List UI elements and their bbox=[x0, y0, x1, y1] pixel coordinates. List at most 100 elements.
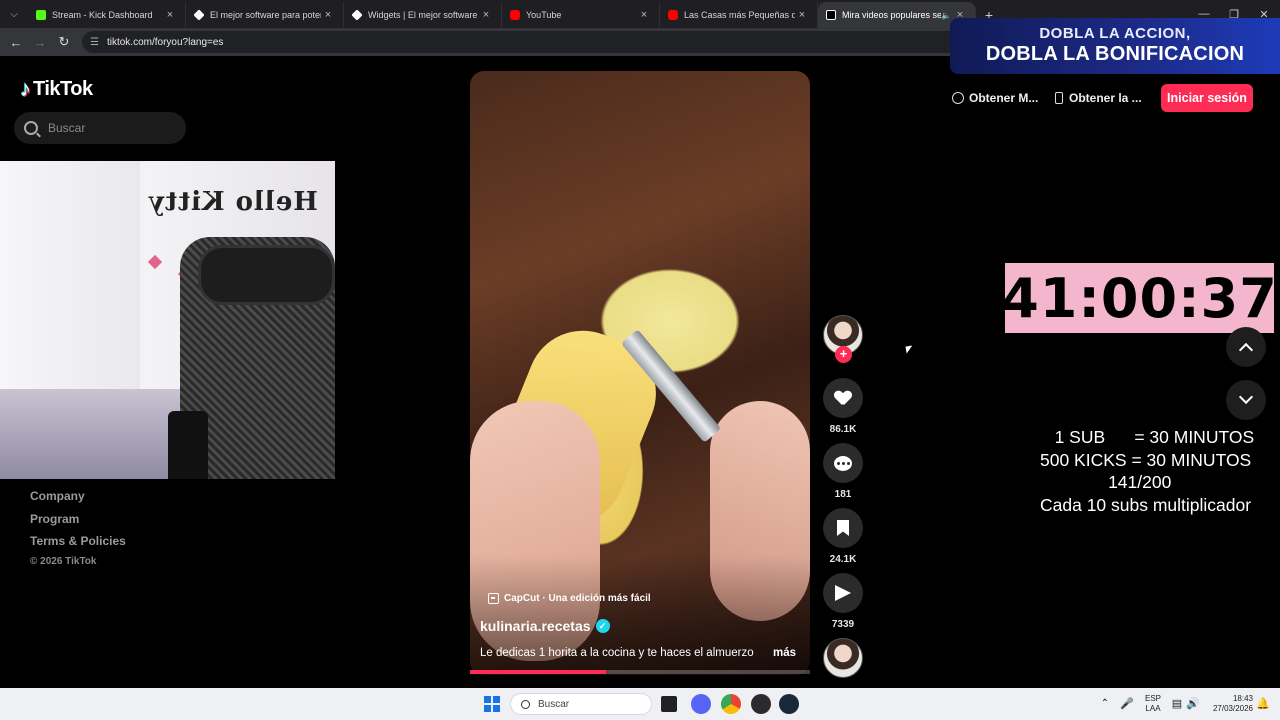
tab-title: Widgets | El mejor software para bbox=[368, 10, 479, 20]
chair-arm bbox=[168, 411, 208, 479]
like-count: 86.1K bbox=[829, 424, 857, 435]
get-tv-label: Obtener la ... bbox=[1069, 91, 1142, 105]
lang-line-1: ESP bbox=[1144, 694, 1161, 703]
phone-icon bbox=[1055, 92, 1063, 104]
discord-icon[interactable] bbox=[691, 694, 711, 714]
chevron-down-icon bbox=[1238, 389, 1254, 405]
capcut-label: CapCut · Una edición más fácil bbox=[504, 592, 651, 604]
kick-icon bbox=[36, 10, 46, 20]
follow-plus-icon[interactable]: + bbox=[835, 346, 852, 363]
video-progress-bar[interactable] bbox=[470, 670, 810, 674]
hello-kitty-sticker: Hello Kitty bbox=[148, 187, 318, 217]
chevron-up-icon[interactable]: ⌃ bbox=[1098, 688, 1112, 720]
subathon-rules: 1 SUB = 30 MINUTOS 500 KICKS = 30 MINUTO… bbox=[1040, 426, 1280, 516]
search-icon bbox=[521, 699, 530, 709]
get-app-button[interactable]: Obtener M... bbox=[952, 87, 1038, 109]
tab-youtube-casas[interactable]: Las Casas más Pequeñas del Mu × bbox=[660, 2, 818, 28]
previous-video-button[interactable] bbox=[1226, 327, 1266, 367]
volume-icon[interactable]: 🔊 bbox=[1186, 688, 1200, 720]
creator-avatar-button[interactable]: + bbox=[823, 315, 863, 363]
next-video-button[interactable] bbox=[1226, 380, 1266, 420]
youtube-icon bbox=[668, 10, 678, 20]
rule-line: 141/200 bbox=[1040, 472, 1172, 492]
url-text: tiktok.com/foryou?lang=es bbox=[106, 36, 224, 48]
author-name: kulinaria.recetas bbox=[480, 618, 591, 634]
copyright: © 2026 TikTok bbox=[30, 555, 97, 567]
more-button[interactable]: más bbox=[773, 647, 796, 659]
address-bar[interactable]: ☰ tiktok.com/foryou?lang=es bbox=[82, 31, 982, 53]
windows-start-icon[interactable] bbox=[484, 696, 500, 712]
tiktok-note-icon: ♪ bbox=[20, 76, 31, 101]
save-count: 24.1K bbox=[829, 554, 857, 565]
reload-icon[interactable]: ↻ bbox=[52, 30, 76, 54]
capcut-icon bbox=[488, 592, 499, 604]
streamelements-icon bbox=[351, 9, 363, 21]
music-disc-icon bbox=[823, 638, 863, 678]
tiktok-icon bbox=[826, 10, 836, 20]
footer-links: Company Program Terms & Policies © 2026 … bbox=[30, 488, 126, 567]
taskbar-search[interactable]: Buscar bbox=[510, 693, 652, 715]
author-handle[interactable]: kulinaria.recetas ✓ bbox=[480, 618, 610, 634]
close-icon[interactable]: × bbox=[637, 9, 651, 21]
microphone-icon[interactable]: 🎤 bbox=[1120, 688, 1134, 720]
rule-line: 500 KICKS = 30 MINUTOS bbox=[1040, 449, 1252, 470]
speaker-icon[interactable]: 🔈 bbox=[941, 11, 953, 20]
time: 18:43 bbox=[1232, 694, 1253, 703]
get-app-label: Obtener M... bbox=[969, 91, 1039, 105]
clock[interactable]: 18:43 27/03/2026 bbox=[1205, 688, 1253, 720]
tab-title: YouTube bbox=[526, 10, 562, 20]
tiktok-logo[interactable]: ♪ TikTok bbox=[20, 76, 93, 102]
heart-icon bbox=[823, 378, 863, 418]
network-icon[interactable]: ▤ bbox=[1170, 688, 1184, 720]
obs-icon[interactable] bbox=[751, 694, 771, 714]
close-icon[interactable]: × bbox=[479, 9, 493, 21]
tab-kick-dashboard[interactable]: Stream - Kick Dashboard × bbox=[28, 2, 186, 28]
tab-title: El mejor software para potenciar bbox=[210, 10, 321, 20]
subathon-timer: 41:00:37 bbox=[1001, 263, 1277, 333]
site-info-icon[interactable]: ☰ bbox=[90, 37, 99, 48]
steam-icon[interactable] bbox=[779, 694, 799, 714]
search-box[interactable] bbox=[14, 112, 186, 144]
forward-arrow-icon[interactable]: → bbox=[28, 30, 52, 54]
close-icon[interactable]: × bbox=[795, 9, 809, 21]
like-button[interactable]: 86.1K bbox=[823, 378, 863, 435]
taskbar: Buscar ⌃ 🎤 ESP LAA ▤ 🔊 18:43 27/03/2026 🔔 bbox=[0, 688, 1280, 720]
tab-title: Las Casas más Pequeñas del Mu bbox=[684, 10, 795, 20]
coin-icon bbox=[952, 92, 964, 104]
close-icon[interactable]: × bbox=[163, 9, 177, 21]
verified-check-icon: ✓ bbox=[595, 619, 610, 633]
save-button[interactable]: 24.1K bbox=[823, 508, 863, 565]
search-input[interactable] bbox=[48, 121, 168, 135]
login-button[interactable]: Iniciar sesión bbox=[1161, 84, 1253, 112]
youtube-icon bbox=[510, 10, 520, 20]
tab-search-icon[interactable]: ⌵ bbox=[0, 0, 28, 28]
chevron-up-icon bbox=[1238, 342, 1254, 358]
tab-youtube[interactable]: YouTube × bbox=[502, 2, 660, 28]
sound-disc-button[interactable] bbox=[823, 638, 863, 678]
lang-line-2: LAA bbox=[1145, 704, 1161, 713]
video-player[interactable] bbox=[470, 71, 810, 675]
tab-widgets[interactable]: Widgets | El mejor software para × bbox=[344, 2, 502, 28]
webcam-overlay: Hello Kitty bbox=[0, 161, 335, 479]
close-icon[interactable]: × bbox=[321, 9, 335, 21]
notification-icon[interactable]: 🔔 bbox=[1256, 688, 1270, 720]
chrome-icon[interactable] bbox=[721, 694, 741, 714]
task-view-icon[interactable] bbox=[661, 696, 677, 712]
program-link[interactable]: Program bbox=[30, 511, 126, 534]
tab-title: Stream - Kick Dashboard bbox=[52, 10, 153, 20]
tab-software-1[interactable]: El mejor software para potenciar × bbox=[186, 2, 344, 28]
company-link[interactable]: Company bbox=[30, 488, 126, 511]
share-button[interactable]: 7339 bbox=[823, 573, 863, 630]
back-arrow-icon[interactable]: ← bbox=[4, 30, 28, 54]
promo-line-1: DOBLA LA ACCION, bbox=[1039, 25, 1191, 42]
capcut-tag[interactable]: CapCut · Una edición más fácil bbox=[488, 591, 651, 605]
rule-line: Cada 10 subs multiplicador bbox=[1040, 494, 1252, 515]
comment-button[interactable]: 181 bbox=[823, 443, 863, 500]
get-tv-app-button[interactable]: Obtener la ... bbox=[1055, 87, 1142, 109]
share-icon bbox=[823, 573, 863, 613]
logo-text: TikTok bbox=[33, 77, 93, 100]
terms-link[interactable]: Terms & Policies bbox=[30, 533, 126, 556]
bookmark-icon bbox=[823, 508, 863, 548]
language-indicator[interactable]: ESP LAA bbox=[1140, 688, 1166, 720]
chair-headrest bbox=[198, 245, 335, 305]
